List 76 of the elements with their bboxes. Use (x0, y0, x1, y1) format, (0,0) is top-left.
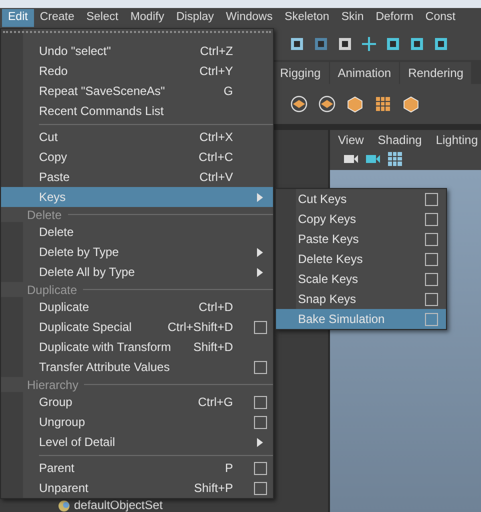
menu-item[interactable]: Duplicate Special Ctrl+Shift+D (1, 317, 273, 337)
menu-item[interactable]: Recent Commands List (1, 101, 273, 121)
menu-bar-item[interactable]: Deform (370, 9, 420, 27)
menu-item[interactable]: Parent P (1, 458, 273, 478)
menu-item[interactable]: Paste Ctrl+V (1, 167, 273, 187)
menu-bar-item[interactable]: Edit (2, 9, 34, 27)
shelf-tab[interactable]: Rigging (272, 62, 329, 84)
menu-item[interactable]: Repeat "SaveSceneAs" G (1, 81, 273, 101)
menu-item[interactable]: Level of Detail (1, 432, 273, 452)
menu-item[interactable]: Ungroup (1, 412, 273, 432)
shortcut-label: Ctrl+C (198, 149, 233, 166)
menu-item[interactable]: Transfer Attribute Values (1, 357, 273, 377)
menu-item[interactable]: Cut Keys (276, 189, 446, 209)
menu-item[interactable]: Cut Ctrl+X (1, 127, 273, 147)
viewport-menu-item[interactable]: Lighting (436, 131, 478, 149)
move-tool-icon[interactable] (360, 35, 378, 53)
menu-item[interactable]: Undo "select" Ctrl+Z (1, 41, 273, 61)
menu-item[interactable]: Paste Keys (276, 229, 446, 249)
viewport-menu-item[interactable]: View (338, 131, 364, 149)
option-box-icon[interactable] (254, 416, 266, 428)
menu-item[interactable]: Copy Keys (276, 209, 446, 229)
shortcut-label: P (224, 460, 233, 477)
option-box-icon[interactable] (254, 462, 266, 474)
shortcut-label: Ctrl+Shift+D (168, 319, 233, 336)
menu-item[interactable]: Duplicate with Transform Shift+D (1, 337, 273, 357)
menu-bar-item[interactable]: Modify (124, 9, 170, 27)
submenu-arrow-icon (257, 438, 263, 446)
option-box-icon[interactable] (425, 272, 438, 286)
menu-bar-item[interactable]: Const (419, 9, 462, 27)
option-box-icon[interactable] (425, 212, 438, 226)
menu-item[interactable]: Delete All by Type (1, 262, 273, 282)
menu-item[interactable]: Unparent Shift+P (1, 478, 273, 498)
option-box-icon[interactable] (425, 292, 438, 306)
shortcut-label: Ctrl+V (199, 169, 233, 186)
section-header: Duplicate (27, 282, 78, 298)
option-box-icon[interactable] (254, 396, 266, 408)
shortcut-label: Shift+P (194, 480, 233, 497)
shortcut-label: Ctrl+Z (200, 43, 233, 60)
option-box-icon[interactable] (254, 320, 266, 334)
option-box-icon[interactable] (425, 232, 438, 246)
submenu-arrow-icon (257, 268, 263, 276)
shortcut-label: Ctrl+G (198, 394, 233, 411)
menu-item[interactable]: Duplicate Ctrl+D (1, 297, 273, 317)
option-box-icon[interactable] (425, 192, 438, 206)
shortcut-label: G (224, 83, 233, 100)
submenu-arrow-icon (257, 192, 263, 202)
option-box-icon[interactable] (254, 360, 266, 374)
viewport-menu-item[interactable]: Shading (378, 131, 422, 149)
menu-item[interactable]: Delete (1, 222, 273, 242)
shortcut-label: Shift+D (193, 339, 233, 356)
menu-item[interactable]: Group Ctrl+G (1, 392, 273, 412)
shortcut-label: Ctrl+Y (199, 63, 233, 80)
menu-bar-item[interactable]: Windows (220, 9, 279, 27)
menu-item[interactable]: Scale Keys (276, 269, 446, 289)
option-box-icon[interactable] (254, 482, 266, 494)
shortcut-label: Ctrl+X (199, 129, 233, 146)
shortcut-label: Ctrl+D (198, 299, 233, 316)
menu-bar-item[interactable]: Select (80, 9, 124, 27)
option-box-icon[interactable] (425, 252, 438, 266)
section-header: Hierarchy (27, 376, 78, 394)
set-icon (58, 500, 70, 512)
menu-bar-item[interactable]: Create (34, 9, 80, 27)
menu-bar-item[interactable]: Skin (335, 9, 370, 27)
outliner-item[interactable]: defaultObjectSet (74, 499, 163, 512)
menu-item[interactable]: Delete by Type (1, 242, 273, 262)
menu-item[interactable]: Delete Keys (276, 249, 446, 269)
menu-bar-item[interactable]: Display (170, 9, 220, 27)
submenu-arrow-icon (257, 248, 263, 256)
menu-item[interactable]: Copy Ctrl+C (1, 147, 273, 167)
shelf-tab[interactable]: Animation (330, 62, 400, 84)
section-header: Delete (27, 206, 62, 224)
shelf-tab[interactable]: Rendering (400, 62, 472, 84)
menu-bar-item[interactable]: Skeleton (278, 9, 336, 27)
select-tool-icon[interactable] (288, 35, 306, 53)
menu-item[interactable]: Redo Ctrl+Y (1, 61, 273, 81)
menu-item[interactable]: Snap Keys (276, 289, 446, 309)
